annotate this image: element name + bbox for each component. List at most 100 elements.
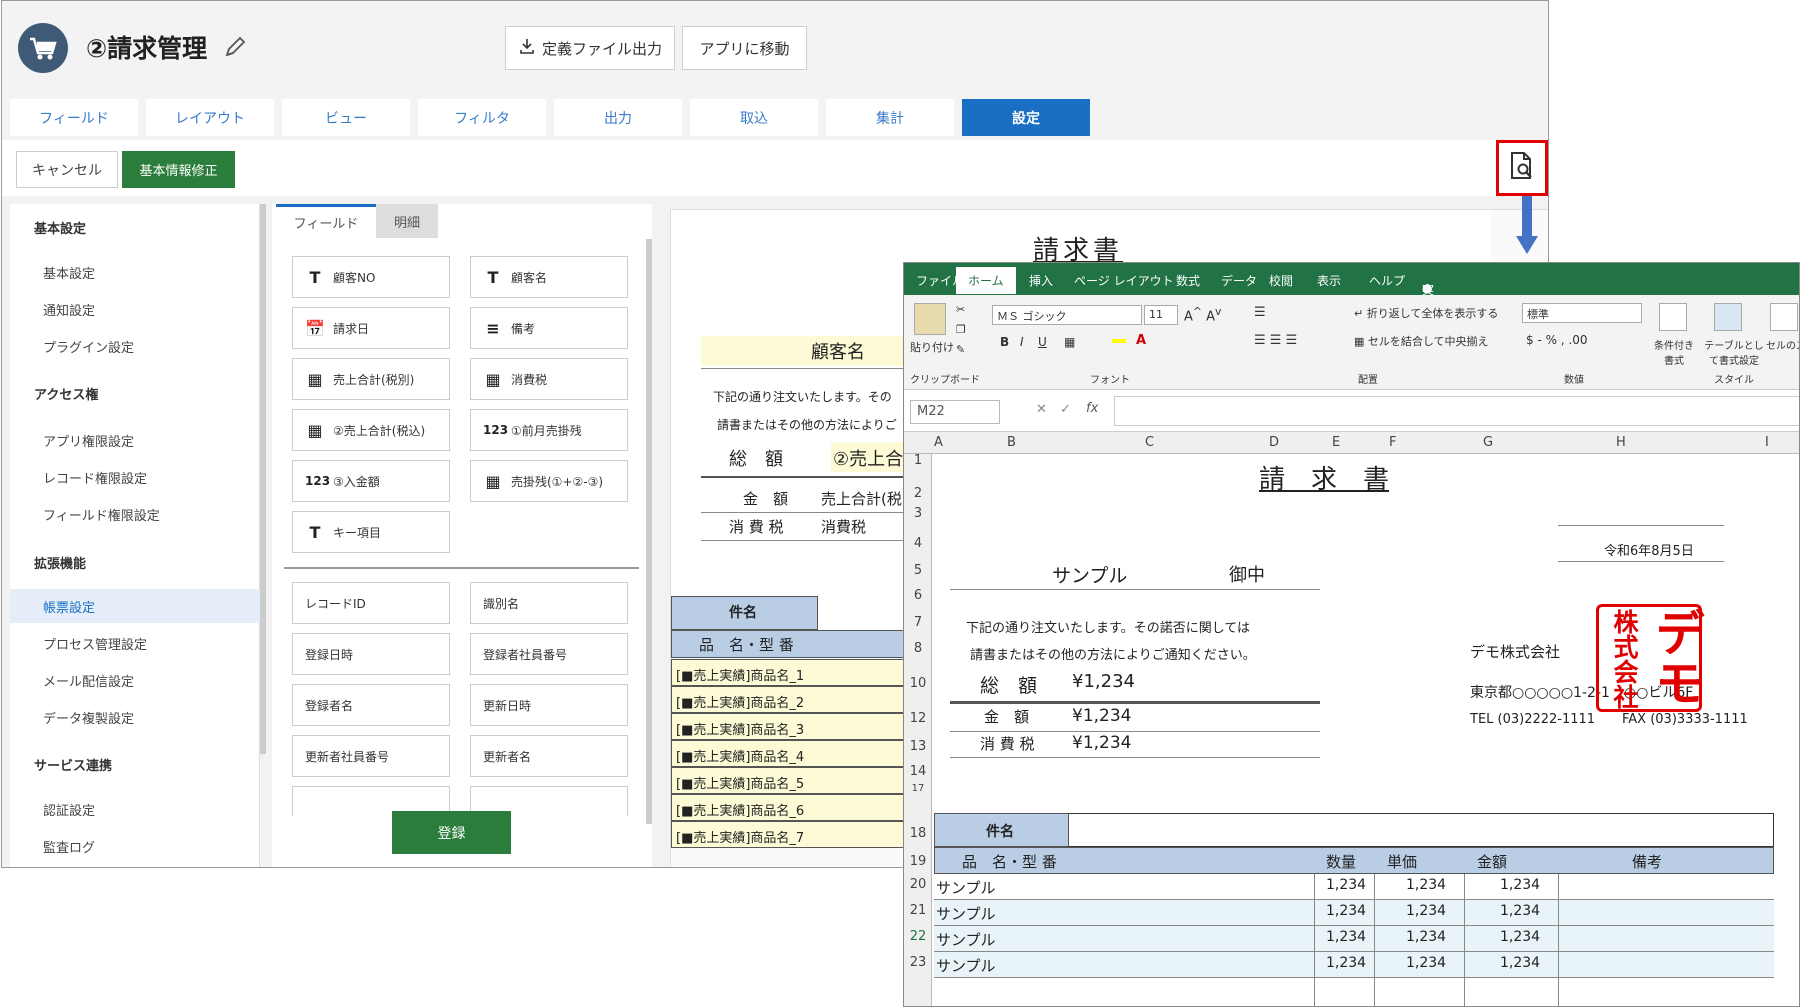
sidebar-item-mail[interactable]: メール配信設定 <box>10 663 260 697</box>
field-created-at[interactable]: 登録日時 <box>292 633 450 675</box>
row-7[interactable]: 7 <box>904 615 932 630</box>
percent-icon[interactable]: $ - % , .00 <box>1526 333 1588 347</box>
row-12[interactable]: 12 <box>904 711 932 726</box>
row-20[interactable]: 20 <box>904 877 932 892</box>
menu-page-layout[interactable]: ページ レイアウト <box>1074 272 1174 289</box>
formula-enter-icon[interactable]: ✓ <box>1060 402 1071 417</box>
col-e[interactable]: E <box>1332 435 1340 450</box>
font-name-select[interactable]: ＭＳ ゴシック <box>992 305 1142 325</box>
col-d[interactable]: D <box>1269 435 1279 450</box>
tab-aggregate[interactable]: 集計 <box>826 99 954 136</box>
field-updater-no[interactable]: 更新者社員番号 <box>292 735 450 777</box>
sidebar-item-audit[interactable]: 監査ログ <box>10 829 260 863</box>
row-19[interactable]: 19 <box>904 854 932 869</box>
row-10[interactable]: 10 <box>904 676 932 691</box>
formula-cancel-icon[interactable]: ✕ <box>1036 402 1047 417</box>
menu-view[interactable]: 表示 <box>1317 272 1341 289</box>
grow-font-icon[interactable]: A^ Av <box>1184 305 1221 324</box>
row-22[interactable]: 22 <box>904 929 932 944</box>
sidebar-item-app-perm[interactable]: アプリ権限設定 <box>10 423 260 457</box>
tab-field[interactable]: フィールド <box>10 99 138 136</box>
paste-icon[interactable] <box>914 303 946 335</box>
row-13[interactable]: 13 <box>904 739 932 754</box>
field-creator-no[interactable]: 登録者社員番号 <box>470 633 628 675</box>
field-tax[interactable]: ▦ 消費税 <box>470 358 628 400</box>
menu-help[interactable]: ヘルプ <box>1369 272 1405 289</box>
cell-style-icon[interactable] <box>1770 303 1798 331</box>
row-qty[interactable]: 1,234 <box>1326 929 1366 945</box>
sidebar-item-process[interactable]: プロセス管理設定 <box>10 626 260 660</box>
field-customer-name[interactable]: T 顧客名 <box>470 256 628 298</box>
row-5[interactable]: 5 <box>904 563 932 578</box>
tab-import[interactable]: 取込 <box>690 99 818 136</box>
row-name[interactable]: サンプル <box>936 955 996 976</box>
align-left-icon[interactable]: ☰ ☰ ☰ <box>1254 333 1297 348</box>
row-8[interactable]: 8 <box>904 641 932 656</box>
font-size-select[interactable]: 11 <box>1144 305 1178 325</box>
tab-filter[interactable]: フィルタ <box>418 99 546 136</box>
col-g[interactable]: G <box>1483 435 1493 450</box>
underline-icon[interactable]: U <box>1038 335 1047 349</box>
basic-info-edit-button[interactable]: 基本情報修正 <box>122 151 235 188</box>
format-painter-icon[interactable]: ✎ <box>956 343 965 356</box>
row-price[interactable]: 1,234 <box>1406 903 1446 919</box>
row-6[interactable]: 6 <box>904 588 932 603</box>
sidebar-item-field-perm[interactable]: フィールド権限設定 <box>10 497 260 531</box>
row-price[interactable]: 1,234 <box>1406 929 1446 945</box>
menu-review[interactable]: 校閲 <box>1269 272 1293 289</box>
col-f[interactable]: F <box>1389 435 1396 450</box>
tab-field-list[interactable]: フィールド <box>276 204 376 238</box>
row-1[interactable]: 1 <box>904 453 932 468</box>
field-invoice-date[interactable]: 📅 請求日 <box>292 307 450 349</box>
field-customer-no[interactable]: T 顧客NO <box>292 256 450 298</box>
menu-data[interactable]: データ <box>1221 272 1257 289</box>
menu-home[interactable]: ホーム <box>956 267 1016 294</box>
preview-report-button[interactable] <box>1496 140 1548 196</box>
formula-input[interactable] <box>1114 396 1799 426</box>
cut-icon[interactable]: ✂ <box>956 303 965 316</box>
col-i[interactable]: I <box>1765 435 1769 450</box>
number-format-select[interactable]: 標準 <box>1522 303 1642 323</box>
field-prev-balance[interactable]: 123 ①前月売掛残 <box>470 409 628 451</box>
goto-app-button[interactable]: アプリに移動 <box>682 26 807 70</box>
row-amount[interactable]: 1,234 <box>1500 929 1540 945</box>
row-amount[interactable]: 1,234 <box>1500 955 1540 971</box>
menu-insert[interactable]: 挿入 <box>1029 272 1053 289</box>
row-name[interactable]: サンプル <box>936 903 996 924</box>
border-icon[interactable]: ▦ <box>1064 335 1075 349</box>
sidebar-item-record-perm[interactable]: レコード権限設定 <box>10 460 260 494</box>
sidebar-item-plugin[interactable]: プラグイン設定 <box>10 329 260 363</box>
format-as-table-icon[interactable] <box>1714 303 1742 331</box>
row-14[interactable]: 14 <box>904 764 932 779</box>
tab-settings[interactable]: 設定 <box>962 99 1090 136</box>
row-18[interactable]: 18 <box>904 826 932 841</box>
edit-pencil-icon[interactable] <box>222 34 248 60</box>
tab-layout[interactable]: レイアウト <box>146 99 274 136</box>
row-price[interactable]: 1,234 <box>1406 877 1446 893</box>
align-top-icon[interactable]: ☰ <box>1254 305 1266 320</box>
sidebar-item-copy[interactable]: データ複製設定 <box>10 700 260 734</box>
col-a[interactable]: A <box>934 435 943 450</box>
insert-function-icon[interactable]: fx <box>1086 401 1098 416</box>
row-23[interactable]: 23 <box>904 955 932 970</box>
font-color-icon[interactable]: A <box>1136 333 1146 348</box>
sidebar-item-notify[interactable]: 通知設定 <box>10 292 260 326</box>
menu-formulas[interactable]: 数式 <box>1176 272 1200 289</box>
italic-icon[interactable]: I <box>1020 335 1024 349</box>
row-name[interactable]: サンプル <box>936 929 996 950</box>
row-17[interactable]: 17 <box>904 783 932 794</box>
row-qty[interactable]: 1,234 <box>1326 877 1366 893</box>
register-button[interactable]: 登録 <box>392 811 511 854</box>
palette-scrollbar[interactable] <box>646 239 652 824</box>
sidebar-item-report[interactable]: 帳票設定 <box>10 589 260 623</box>
field-payment[interactable]: 123 ③入金額 <box>292 460 450 502</box>
tab-detail[interactable]: 明細 <box>376 204 438 238</box>
field-identifier[interactable]: 識別名 <box>470 582 628 624</box>
row-qty[interactable]: 1,234 <box>1326 903 1366 919</box>
field-sales-total-in[interactable]: ▦ ②売上合計(税込) <box>292 409 450 451</box>
sidebar-item-basic[interactable]: 基本設定 <box>10 255 260 289</box>
tab-output[interactable]: 出力 <box>554 99 682 136</box>
copy-icon[interactable]: ❐ <box>956 323 966 336</box>
conditional-format-icon[interactable] <box>1659 303 1687 331</box>
row-qty[interactable]: 1,234 <box>1326 955 1366 971</box>
